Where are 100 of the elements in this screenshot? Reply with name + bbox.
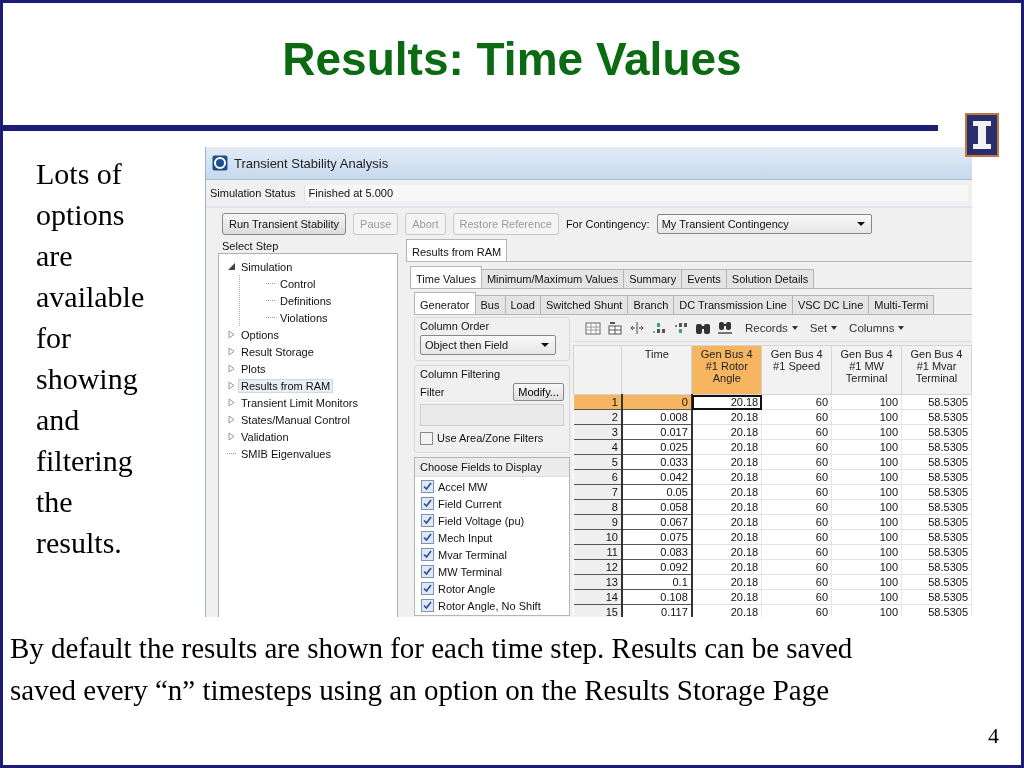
table-cell: 20.18: [691, 454, 762, 470]
table-cell: 58.5305: [901, 604, 972, 617]
column-header[interactable]: Gen Bus 4 #1 MW Terminal: [831, 345, 902, 395]
checkbox[interactable]: [421, 582, 434, 595]
tree-item[interactable]: Options: [238, 327, 282, 342]
table-cell: 20.18: [691, 499, 762, 515]
expand-icon[interactable]: [227, 330, 236, 339]
table-cell: 20.18: [691, 439, 762, 455]
modify-button[interactable]: Modify...: [513, 383, 564, 401]
page-number: 4: [988, 723, 999, 749]
tab[interactable]: VSC DC Line: [791, 295, 870, 314]
checkbox[interactable]: [421, 480, 434, 493]
table-cell: 0.075: [621, 529, 692, 545]
checkbox[interactable]: [421, 565, 434, 578]
tab[interactable]: Bus: [474, 295, 506, 314]
binoculars-icon[interactable]: [717, 321, 733, 335]
tree-item[interactable]: Transient Limit Monitors: [238, 395, 361, 410]
checkbox-label: Field Current: [438, 497, 502, 510]
tab[interactable]: Events: [681, 269, 727, 288]
tree-item[interactable]: SMIB Eigenvalues: [238, 446, 334, 461]
table-cell: 60: [761, 589, 832, 605]
expand-icon[interactable]: [227, 432, 236, 441]
tab[interactable]: Time Values: [410, 266, 482, 288]
expand-icon[interactable]: [227, 347, 236, 356]
table-cell: 58.5305: [901, 589, 972, 605]
column-header[interactable]: Gen Bus 4 #1 Speed: [761, 345, 832, 395]
table-cell: 100: [831, 529, 902, 545]
binoculars-icon[interactable]: [695, 321, 711, 335]
column-resize-icon[interactable]: [629, 321, 645, 335]
tab[interactable]: Generator: [414, 292, 476, 314]
tab[interactable]: Switched Shunt: [540, 295, 629, 314]
tab[interactable]: Load: [504, 295, 541, 314]
checkbox[interactable]: [421, 548, 434, 561]
column-header[interactable]: Time: [621, 345, 692, 395]
checkbox[interactable]: [421, 514, 434, 527]
expand-icon[interactable]: [227, 381, 236, 390]
tree-item[interactable]: Validation: [238, 429, 292, 444]
group-title: Select Step: [221, 239, 280, 253]
tree-item[interactable]: Violations: [277, 310, 331, 325]
decimal-increase-icon[interactable]: [651, 321, 667, 335]
tab[interactable]: Multi-Termi: [868, 295, 935, 314]
toolbar-menu[interactable]: Columns: [849, 322, 905, 334]
tab[interactable]: Minimum/Maximum Values: [480, 269, 625, 288]
column-order-dropdown[interactable]: Object then Field: [420, 335, 556, 355]
table-cell: 0.017: [621, 424, 692, 440]
contingency-label: For Contingency:: [565, 218, 650, 230]
toolbar-menu[interactable]: Records: [745, 322, 798, 334]
caret-icon: [541, 343, 549, 347]
table-cell: 0.05: [621, 484, 692, 500]
toolbar-menu[interactable]: Set: [809, 322, 838, 334]
table-cell: 0.042: [621, 469, 692, 485]
checkbox[interactable]: [420, 431, 433, 445]
caret-icon: [831, 326, 838, 330]
table-cell: 60: [761, 514, 832, 530]
filter-field[interactable]: [420, 404, 564, 426]
contingency-dropdown[interactable]: My Transient Contingency: [656, 214, 872, 234]
expand-icon[interactable]: [227, 364, 236, 373]
caret-icon: [856, 222, 865, 226]
tab[interactable]: Summary: [623, 269, 683, 288]
checkbox[interactable]: [421, 531, 434, 544]
table-cell: 60: [761, 574, 832, 590]
status-label: Simulation Status: [210, 187, 296, 199]
table-cell: 58.5305: [901, 439, 972, 455]
collapse-icon[interactable]: [227, 262, 236, 271]
expand-icon[interactable]: [227, 415, 236, 424]
tree-item[interactable]: Control: [277, 276, 319, 291]
checkbox[interactable]: [421, 497, 434, 510]
table-cell: 60: [761, 499, 832, 515]
tree-item[interactable]: States/Manual Control: [238, 412, 353, 427]
checkbox-label: Rotor Angle: [438, 582, 496, 595]
table-cell: 58.5305: [901, 514, 972, 530]
table-cell: 0.008: [621, 409, 692, 425]
column-header[interactable]: Gen Bus 4 #1 Mvar Terminal: [901, 345, 972, 395]
tree-item[interactable]: Definitions: [277, 293, 335, 308]
table-cell: 58.5305: [901, 559, 972, 575]
action-button[interactable]: Run Transient Stability: [222, 213, 347, 235]
slide-title: Results: Time Values: [282, 32, 742, 86]
table-cell: 20.18: [691, 424, 762, 440]
table-cell: 58.5305: [901, 424, 972, 440]
table-icon[interactable]: [607, 321, 623, 335]
tree-item[interactable]: Results from RAM: [238, 378, 334, 393]
tree-item[interactable]: Simulation: [238, 259, 296, 274]
tab[interactable]: Branch: [627, 295, 675, 314]
expand-icon[interactable]: [227, 398, 236, 407]
tree-item[interactable]: Plots: [238, 361, 269, 376]
column-header[interactable]: Gen Bus 4 #1 Rotor Angle: [691, 345, 762, 395]
table-cell: 60: [761, 559, 832, 575]
group-title: Column Order: [420, 320, 491, 332]
tab[interactable]: Results from RAM: [406, 239, 508, 261]
checkbox[interactable]: [421, 599, 434, 612]
table-cell: 20.18: [691, 484, 762, 500]
decimal-decrease-icon[interactable]: [673, 321, 689, 335]
table-cell: 58.5305: [901, 454, 972, 470]
app-icon: [212, 155, 228, 171]
table-cell: 100: [831, 544, 902, 560]
tab[interactable]: Solution Details: [725, 269, 815, 288]
table-cell: 100: [831, 469, 902, 485]
caret-icon: [898, 326, 905, 330]
tab[interactable]: DC Transmission Line: [673, 295, 793, 314]
tree-item[interactable]: Result Storage: [238, 344, 317, 359]
